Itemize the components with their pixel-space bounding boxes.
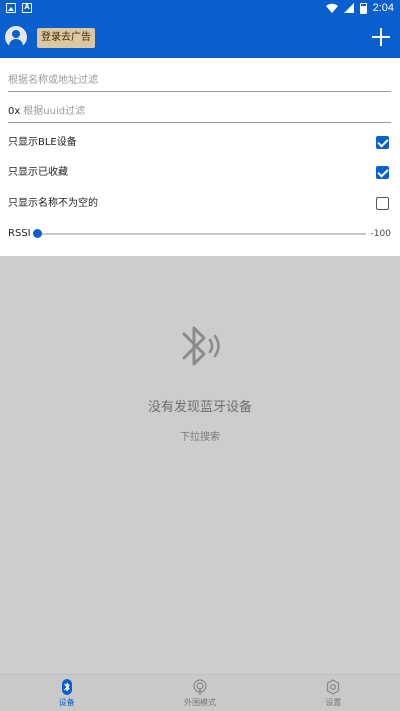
favorites-only-checkbox[interactable] [376, 166, 389, 179]
named-only-checkbox[interactable] [376, 197, 389, 210]
option-ble-only[interactable]: 只显示BLE设备 [8, 133, 391, 153]
nav-label: 设备 [58, 698, 75, 707]
rssi-value: -100 [370, 229, 391, 239]
name-filter-input[interactable]: 根据名称或地址过滤 [8, 70, 391, 92]
option-label: 只显示BLE设备 [8, 137, 77, 148]
login-remove-ads-button[interactable]: 登录去广告 [37, 28, 95, 48]
rssi-slider-thumb[interactable] [33, 229, 42, 238]
signal-icon [343, 3, 354, 13]
avatar[interactable] [5, 26, 27, 48]
option-label: 只显示已收藏 [8, 167, 68, 178]
wifi-icon [325, 3, 338, 13]
bottom-nav: 设备 外围模式 设置 [0, 674, 400, 711]
plus-icon[interactable] [372, 28, 390, 46]
nav-peripheral-mode[interactable]: 外围模式 [133, 675, 266, 711]
pull-to-search-hint: 下拉搜索 [180, 432, 220, 443]
nav-label: 外围模式 [183, 698, 216, 707]
uuid-filter-placeholder: 根据uuid过滤 [23, 106, 86, 117]
gear-icon [327, 679, 340, 695]
uuid-filter-input[interactable]: 0x 根据uuid过滤 [8, 101, 391, 123]
bluetooth-icon [61, 679, 72, 695]
rssi-slider-track[interactable] [36, 233, 366, 235]
empty-title: 没有发现蓝牙设备 [147, 400, 252, 415]
nav-label: 设置 [325, 698, 342, 707]
option-favorites-only[interactable]: 只显示已收藏 [8, 163, 391, 183]
option-named-only[interactable]: 只显示名称不为空的 [8, 194, 391, 214]
uuid-prefix: 0x [8, 106, 21, 117]
option-label: 只显示名称不为空的 [8, 198, 98, 209]
nav-devices[interactable]: 设备 [0, 675, 133, 711]
name-filter-placeholder: 根据名称或地址过滤 [8, 75, 98, 86]
bluetooth-icon [182, 326, 220, 366]
image-icon [6, 3, 16, 13]
device-list-empty-area[interactable]: 没有发现蓝牙设备 下拉搜索 [0, 256, 400, 674]
status-time: 2:04 [372, 2, 394, 14]
ble-only-checkbox[interactable] [376, 136, 389, 149]
battery-icon [359, 2, 367, 14]
app-bar: 登录去广告 [0, 18, 400, 58]
status-bar: A 2:04 [0, 0, 400, 18]
rssi-label: RSSI [8, 228, 31, 239]
rssi-row: RSSI -100 [8, 226, 391, 242]
a-notification-icon: A [22, 3, 32, 13]
nav-settings[interactable]: 设置 [267, 675, 400, 711]
broadcast-icon [193, 679, 207, 695]
